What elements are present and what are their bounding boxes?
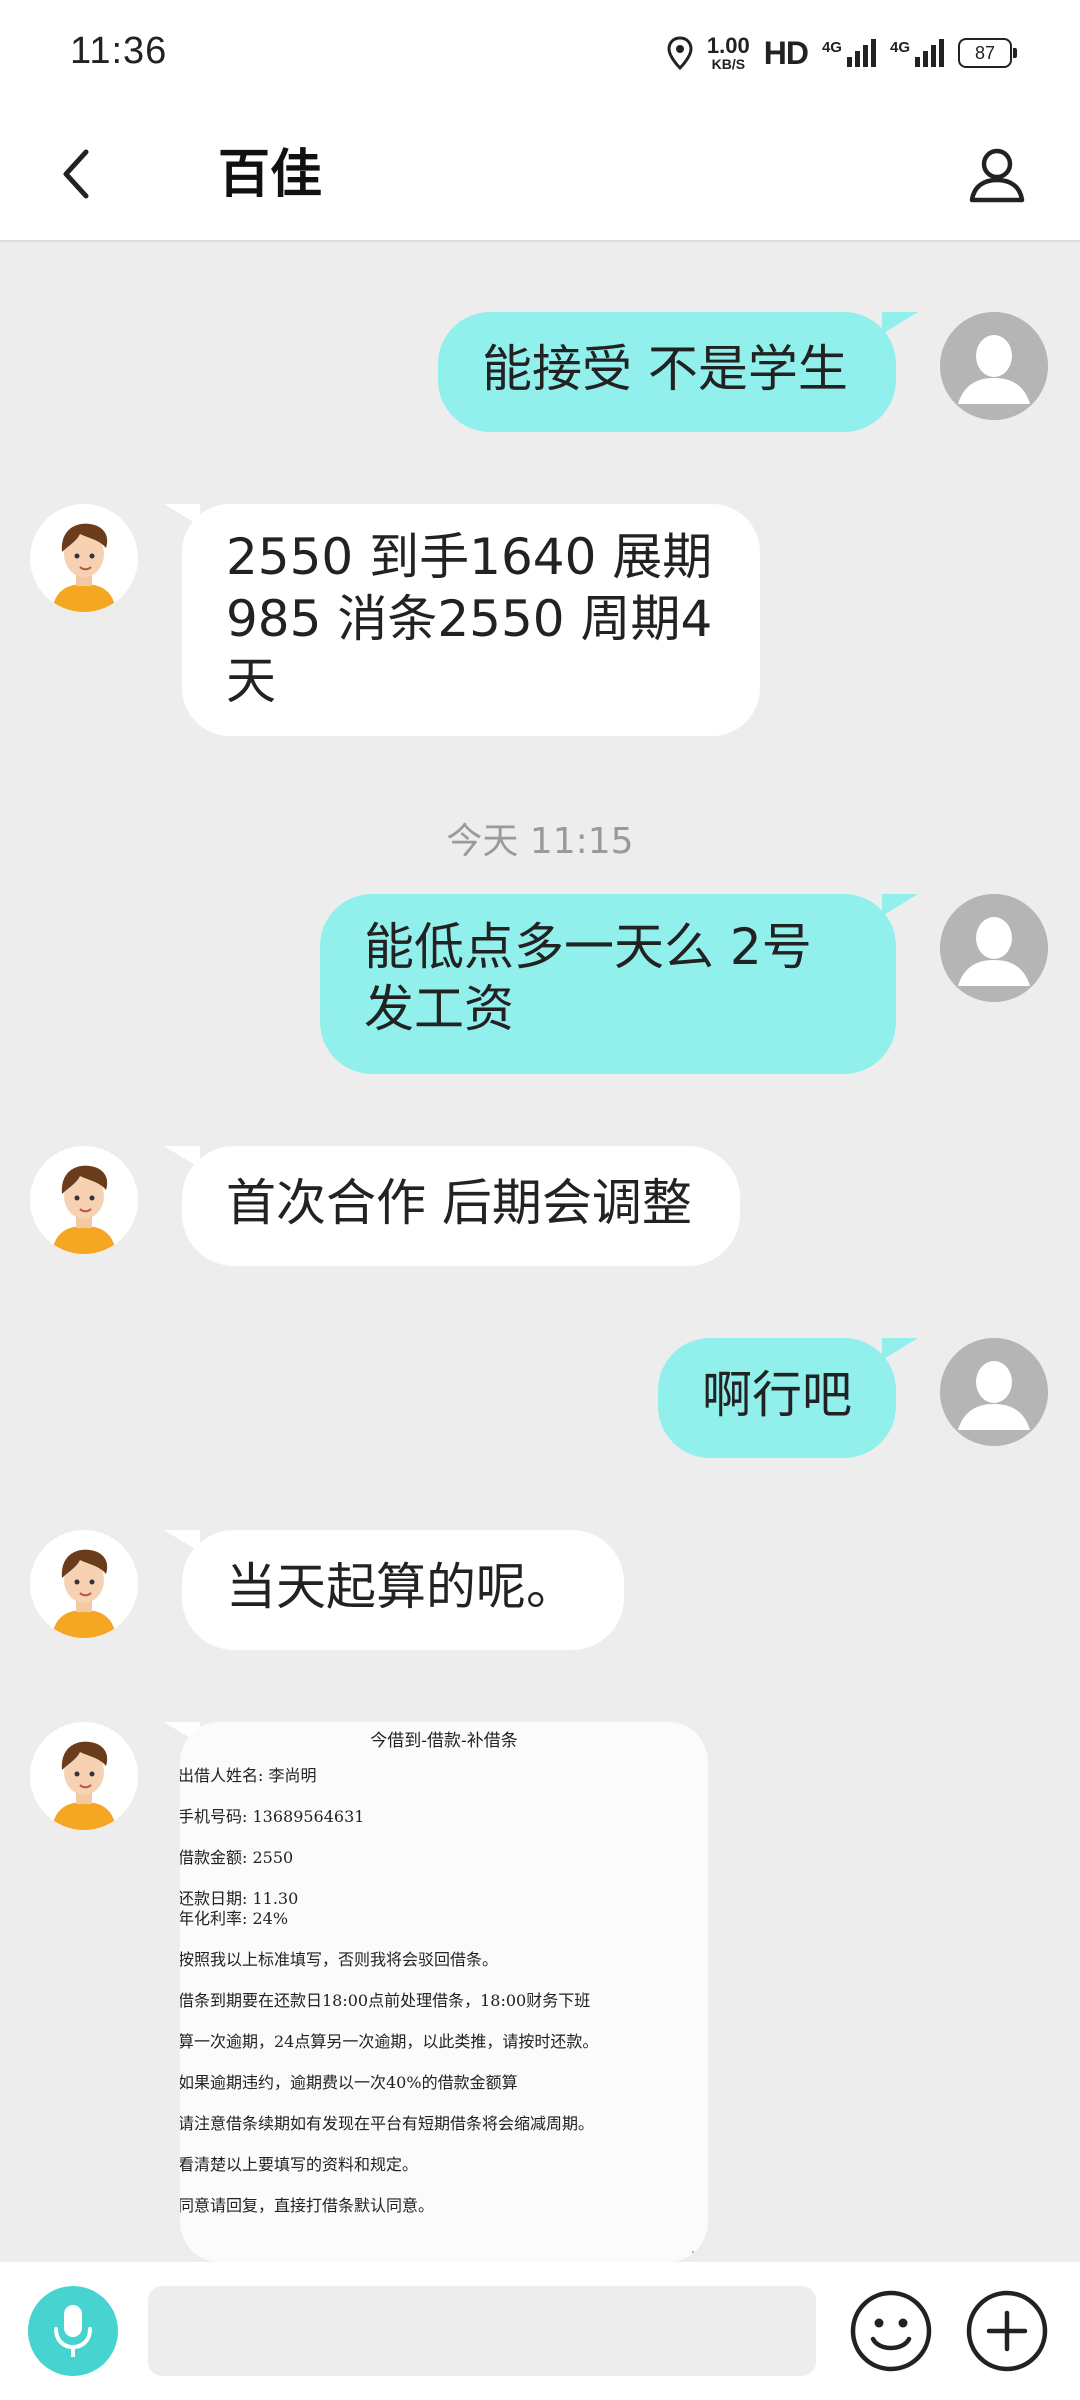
- network-speed: 1.00 KB/S: [706, 33, 750, 72]
- default-user-avatar-icon: [940, 894, 1048, 1002]
- message-timestamp: 今天 11:15: [446, 821, 634, 862]
- message-bubble-received[interactable]: 2550 到手1640 展期985 消条2550 周期4天: [182, 504, 760, 736]
- my-avatar[interactable]: [940, 1338, 1048, 1446]
- chat-header: 百佳: [0, 108, 1080, 242]
- voice-button[interactable]: [28, 2286, 118, 2376]
- location-icon: [667, 36, 693, 70]
- cartoon-boy-avatar-icon: [30, 504, 138, 612]
- message-input[interactable]: [148, 2286, 816, 2376]
- sim2-network-type: 4G: [889, 39, 910, 56]
- plus-icon: [966, 2290, 1048, 2372]
- contact-avatar[interactable]: [30, 504, 138, 612]
- status-icons: 1.00 KB/S HD 4G 4G 87: [667, 28, 1017, 78]
- back-button[interactable]: [40, 138, 112, 210]
- back-arrow-icon: [63, 149, 89, 199]
- image-doc-line: 看清楚以上要填写的资料和规定。: [180, 2155, 419, 2174]
- signal-icon-sim1: 4G: [822, 39, 876, 67]
- image-doc-line: 借款金额: 2550: [180, 1848, 294, 1867]
- status-time: 11:36: [70, 30, 168, 72]
- page-title: 百佳: [218, 145, 323, 205]
- message-bubble-received[interactable]: 当天起算的呢。: [182, 1530, 624, 1650]
- chevron-down-icon: [691, 2243, 708, 2261]
- cartoon-boy-avatar-icon: [30, 1722, 138, 1830]
- more-actions-button[interactable]: [962, 2286, 1052, 2376]
- image-doc-line: 出借人姓名: 李尚明: [180, 1766, 317, 1785]
- message-bubble-sent[interactable]: 能接受 不是学生: [438, 312, 896, 432]
- image-doc-title: 今借到-借款-补借条: [370, 1731, 518, 1751]
- image-message[interactable]: 今借到-借款-补借条 出借人姓名: 李尚明 手机号码: 13689564631 …: [180, 1722, 708, 2262]
- sim1-network-type: 4G: [821, 39, 842, 56]
- image-doc-line: 按照我以上标准填写，否则我将会驳回借条。: [180, 1950, 499, 1969]
- message-bubble-received[interactable]: 首次合作 后期会调整: [182, 1146, 740, 1266]
- emoji-icon: [850, 2290, 932, 2372]
- my-avatar[interactable]: [940, 894, 1048, 1002]
- profile-button[interactable]: [954, 132, 1040, 218]
- profile-icon: [969, 148, 1025, 203]
- status-bar: 11:36 1.00 KB/S HD 4G 4G 87: [0, 0, 1080, 108]
- image-doc-line: 借条到期要在还款日18:00点前处理借条，18:00财务下班: [180, 1991, 591, 2010]
- chat-messages[interactable]: 能接受 不是学生 2550 到手1640 展期985 消条2550 周期4天 今…: [0, 242, 1080, 2262]
- microphone-icon: [54, 2305, 92, 2357]
- image-doc-line: 算一次逾期，24点算另一次逾期，以此类推，请按时还款。: [180, 2032, 599, 2051]
- contact-avatar[interactable]: [30, 1146, 138, 1254]
- signal-icon-sim2: 4G: [890, 39, 944, 67]
- hd-indicator: HD: [763, 34, 809, 71]
- input-bar: [0, 2262, 1080, 2400]
- emoji-button[interactable]: [846, 2286, 936, 2376]
- default-user-avatar-icon: [940, 312, 1048, 420]
- network-speed-unit: KB/S: [711, 56, 746, 72]
- contact-avatar[interactable]: [30, 1722, 138, 1830]
- message-bubble-sent[interactable]: 能低点多一天么 2号发工资: [320, 894, 896, 1074]
- cartoon-boy-avatar-icon: [30, 1530, 138, 1638]
- image-doc-line: 如果逾期违约，逾期费以一次40%的借款金额算: [180, 2073, 518, 2092]
- contact-avatar[interactable]: [30, 1530, 138, 1638]
- battery-icon: 87: [958, 38, 1017, 68]
- message-bubble-sent[interactable]: 啊行吧: [658, 1338, 896, 1458]
- image-doc-line: 手机号码: 13689564631: [180, 1807, 365, 1826]
- image-doc-line: 同意请回复，直接打借条默认同意。: [180, 2196, 435, 2215]
- network-speed-value: 1.00: [706, 33, 750, 58]
- default-user-avatar-icon: [940, 1338, 1048, 1446]
- cartoon-boy-avatar-icon: [30, 1146, 138, 1254]
- image-doc-line: 年化利率: 24%: [180, 1909, 289, 1928]
- my-avatar[interactable]: [940, 312, 1048, 420]
- battery-level: 87: [974, 42, 996, 63]
- image-doc-line: 请注意借条续期如有发现在平台有短期借条将会缩减周期。: [180, 2114, 595, 2133]
